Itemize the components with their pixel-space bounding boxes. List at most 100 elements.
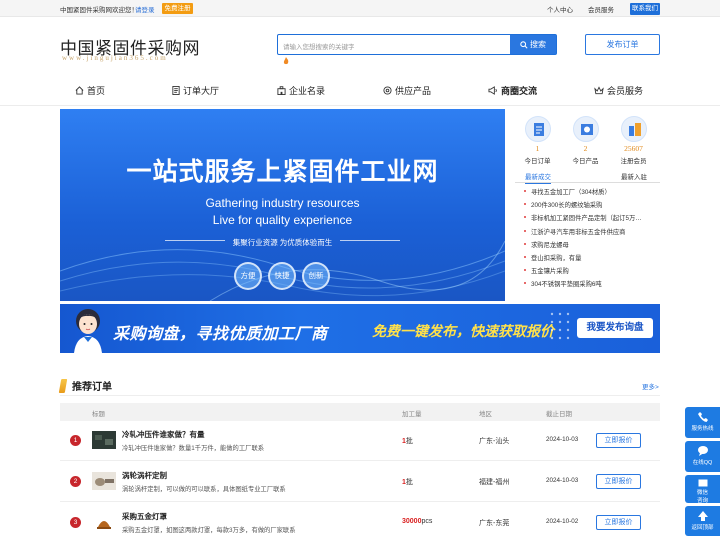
banner-badge: 创新 [302,262,330,290]
search-box: 请输入您想搜索的关键字 搜索 [277,34,557,55]
nav-label: 首页 [87,86,106,96]
float-hotline[interactable]: 服务热线 [685,407,720,438]
nav-label: 会员服务 [607,86,644,96]
section-divider [60,395,660,396]
ad-tagline: 免费一键发布，快速获取报价 [372,323,554,339]
section-title-text: 推荐订单 [72,382,112,393]
tab-latest-joined[interactable]: 最新入驻 [621,171,647,181]
nav-label: 供应产品 [395,86,432,96]
float-wechat[interactable]: 微信 咨询 [685,475,720,504]
order-date: 2024-10-03 [546,436,579,443]
list-item[interactable]: 江浙沪寻汽车用非标五金件供应商 [524,227,660,240]
table-row[interactable]: 1 冷轧冲压件谁家做？有量 冷轧冲压件谁家做？数量1千万件，能做的工厂联系 1批… [60,421,660,461]
table-row[interactable]: 2 涡轮涡杆定制 涡轮涡杆定制，可以做的可以联系，具体图纸专业工厂联系 1批 福… [60,462,660,502]
search-button[interactable]: 搜索 [510,35,556,54]
column-header: 地区 [479,411,492,418]
stat-label: 注册会员 [620,158,647,165]
ad-headline: 采购询盘，寻找优质加工厂商 [113,326,328,343]
list-item[interactable]: 五金镶片采购 [524,266,660,279]
nav-item-member[interactable]: 会员服务 [594,81,643,101]
stats-panel: 1 今日订单 2 今日产品 25607 注册会员 [515,116,660,166]
float-label: 返回顶部 [691,525,714,531]
column-header: 加工量 [402,411,422,418]
section-title: 推荐订单 [58,378,112,393]
list-item[interactable]: 200件300长的螺纹轴采购 [524,200,660,213]
list-item[interactable]: 304不锈钢平垫圈采购6吨 [524,279,660,292]
wechat-icon [698,479,707,487]
column-header: 标题 [92,411,105,418]
nav-item-orders[interactable]: 订单大厅 [172,81,219,101]
publish-inquiry-button[interactable]: 我要发布询盘 [577,318,653,338]
order-title[interactable]: 冷轧冲压件谁家做？有量 [122,429,205,440]
order-qty: 1批 [402,479,413,486]
quote-button[interactable]: 立即报价 [596,474,641,489]
list-item[interactable]: 求购尼龙螺母 [524,240,660,253]
order-icon [524,116,551,142]
member-service-link[interactable]: 会员服务 [588,4,614,14]
table-row[interactable]: 3 采购五金灯罩 采购五金灯罩，如图这两款灯罩，每款3万多，有做的厂家联系 30… [60,503,660,540]
banner-subtitle: 集聚行业资源 为优质体验而生 [232,238,333,247]
hero-banner[interactable]: 一站式服务上紧固件工业网 Gathering industry resource… [60,109,505,301]
user-center-link[interactable]: 个人中心 [547,4,573,14]
service-girl-illustration [74,309,102,353]
stat-value: 2 [583,144,588,153]
order-area: 福建-福州 [479,479,510,486]
row-index: 3 [70,517,81,528]
login-link[interactable]: 请登录 [135,4,155,14]
register-button[interactable]: 免费注册 [162,3,193,14]
float-qq[interactable]: 在线QQ [685,441,720,472]
order-thumbnail[interactable] [92,472,116,490]
order-desc: 采购五金灯罩，如图这两款灯罩，每款3万多，有做的厂家联系 [122,527,296,534]
order-title[interactable]: 采购五金灯罩 [122,511,167,522]
building-icon [277,86,286,95]
section-marker [58,379,68,393]
publish-order-button[interactable]: 发布订单 [585,34,660,55]
stat-label: 今日订单 [524,158,551,165]
nav-item-companies[interactable]: 企业名录 [277,81,325,101]
nav-item-community[interactable]: 商圈交流 [488,81,537,101]
order-qty: 30000pcs [402,518,433,525]
order-desc: 冷轧冲压件谁家做？数量1千万件，能做的工厂联系 [122,445,265,452]
float-back-to-top[interactable]: 返回顶部 [685,506,720,536]
more-link[interactable]: 更多> [642,381,659,391]
order-thumbnail[interactable] [92,431,116,449]
nav-item-supply[interactable]: 供应产品 [383,81,431,101]
top-bar: 中国紧固件采购网欢迎您！ 请登录 免费注册 个人中心 会员服务 联系我们 [0,0,720,17]
list-item[interactable]: 寻找五金加工厂（304材质） [524,187,660,200]
float-label: 咨询 [696,498,708,504]
stat-today-orders: 1 今日订单 [515,116,560,165]
float-label: 微信 [696,490,708,496]
nav-divider [0,105,720,106]
search-input[interactable]: 请输入您想搜索的关键字 [283,41,355,51]
stat-label: 今日产品 [572,158,599,165]
crown-icon [594,86,604,95]
nav-item-home[interactable]: 首页 [75,81,105,101]
search-icon [520,41,528,49]
stat-members: 25607 注册会员 [611,116,656,165]
contact-button[interactable]: 联系我们 [630,3,660,15]
main-nav: 首页 订单大厅 企业名录 供应产品 商圈交流 会员服务 [60,81,660,101]
float-label: 在线QQ [692,460,713,466]
quote-button[interactable]: 立即报价 [596,515,641,530]
inquiry-ad-banner[interactable]: 采购询盘，寻找优质加工厂商 免费一键发布，快速获取报价 我要发布询盘 [60,304,660,353]
order-thumbnail[interactable] [92,513,116,531]
arrow-up-icon [697,511,708,521]
order-date: 2024-10-02 [546,518,579,525]
flame-icon [283,57,289,65]
list-item[interactable]: 登山扣采购，有量 [524,253,660,266]
member-icon [620,116,647,142]
chat-icon [697,446,708,456]
quote-button[interactable]: 立即报价 [596,433,641,448]
order-qty: 1批 [402,438,413,445]
list-item[interactable]: 非标机加工紧固件产品定制（起订5万… [524,213,660,226]
settings-icon [383,86,392,95]
row-index: 2 [70,476,81,487]
stat-today-products: 2 今日产品 [563,116,608,165]
order-title[interactable]: 涡轮涡杆定制 [122,470,167,481]
banner-title: 一站式服务上紧固件工业网 [126,158,439,186]
site-url: www.jingujian365.com [62,54,168,62]
order-area: 广东-汕头 [479,438,510,445]
welcome-text: 中国紧固件采购网欢迎您！ [60,7,138,14]
tab-latest-deals[interactable]: 最新成交 [525,171,551,184]
dots-decoration [550,312,570,340]
